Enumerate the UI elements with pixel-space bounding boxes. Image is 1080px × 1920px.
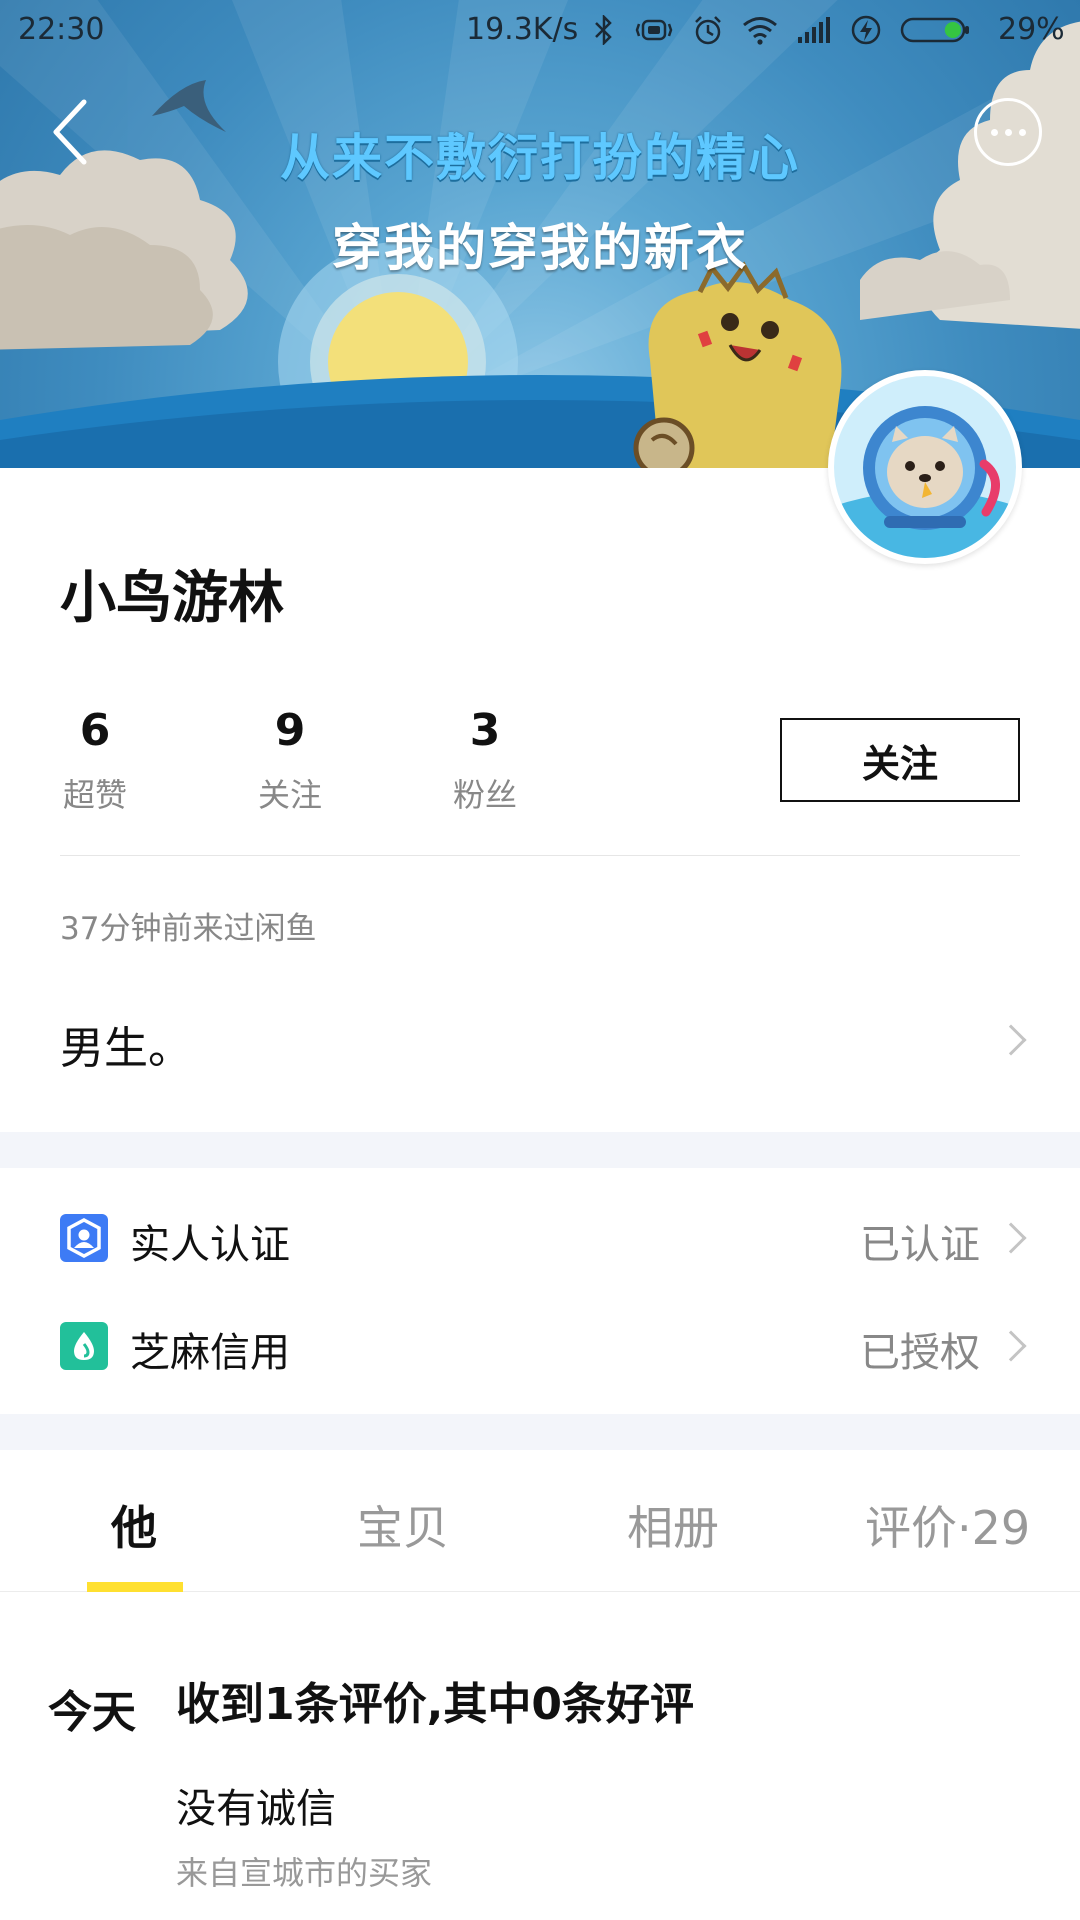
cert-title-real-person: 实人认证 [130,1222,290,1268]
banner-slogan-line1: 从来不敷衍打扮的精心 [280,129,800,187]
vibrate-icon [635,19,673,41]
chevron-right-icon [995,1024,1027,1056]
stat-likes[interactable]: 6 超赞 [50,706,140,816]
stat-likes-value: 6 [79,705,111,756]
stat-fans-label: 粉丝 [452,776,517,814]
cert-status-sesame-credit: 已授权 [860,1330,980,1376]
user-avatar[interactable] [828,370,1022,564]
stat-likes-label: 超赞 [62,776,127,814]
feed-review-comment[interactable]: 没有诚信 [176,1776,336,1834]
profile-tabs: 他 宝贝 相册 评价·29 [0,1450,1080,1592]
chevron-right-icon [995,1330,1027,1362]
seal-avatar-image [834,376,1016,558]
banner-slogan-line2: 穿我的穿我的新衣 [332,219,748,277]
follow-button[interactable]: 关注 [780,718,1020,802]
last-seen-text: 37分钟前来过闲鱼 [60,911,317,947]
chevron-right-icon [995,1222,1027,1254]
alarm-icon [695,16,721,45]
cert-status-real-person: 已认证 [860,1222,980,1268]
bio-text: 男生。 [60,1023,192,1074]
charging-icon [851,15,881,45]
feed-date: 今天 [48,1687,136,1738]
stat-fans[interactable]: 3 粉丝 [440,706,530,816]
tab-items[interactable]: 宝贝 [357,1492,449,1558]
stat-fans-value: 3 [469,705,501,756]
sesame-credit-icon [60,1322,108,1370]
real-person-verify-icon [60,1214,108,1262]
battery-icon [900,17,969,43]
status-net-speed: 19.3K/s [466,12,579,47]
more-dots-icon [990,128,998,136]
signal-icon [798,17,830,43]
cert-title-sesame-credit: 芝麻信用 [130,1330,290,1376]
stat-following-label: 关注 [257,776,322,814]
section-gap [0,1132,1080,1168]
stat-following-value: 9 [274,705,306,756]
status-icons [592,10,972,50]
feed-title: 收到1条评价,其中0条好评 [176,1679,694,1730]
feed-review-source: 来自宣城市的买家 [176,1854,433,1892]
more-options-button[interactable] [974,98,1042,166]
cert-row-sesame-credit[interactable]: 芝麻信用 已授权 [0,1296,1080,1396]
tab-him[interactable]: 他 [111,1492,157,1558]
tab-reviews[interactable]: 评价·29 [865,1492,1030,1558]
status-time: 22:30 [18,12,105,47]
status-battery-percent: 29% [998,12,1065,47]
profile-username: 小鸟游林 [60,566,284,631]
cert-row-real-person[interactable]: 实人认证 已认证 [0,1188,1080,1288]
wifi-icon [743,17,777,45]
profile-divider [60,855,1020,856]
tab-album[interactable]: 相册 [627,1492,719,1558]
status-bar: 22:30 19.3K/s 29% [0,0,1080,62]
stat-following[interactable]: 9 关注 [245,706,335,816]
bio-row[interactable]: 男生。 [0,990,1080,1090]
section-gap [0,1414,1080,1450]
bluetooth-icon [595,15,612,45]
tab-active-indicator [87,1582,183,1592]
